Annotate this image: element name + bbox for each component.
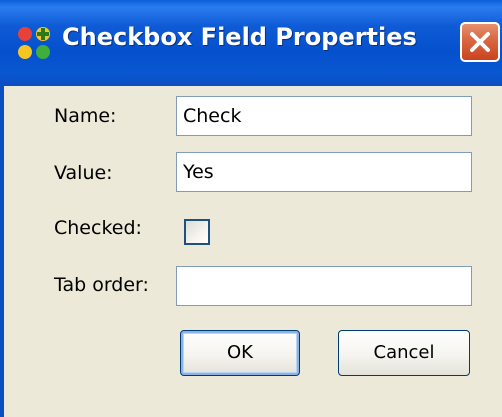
name-label: Name: [54, 105, 117, 127]
close-icon [470, 32, 490, 52]
name-input[interactable] [176, 96, 472, 136]
tab-order-label: Tab order: [54, 274, 149, 296]
checked-label: Checked: [54, 217, 142, 239]
checked-checkbox[interactable] [184, 219, 210, 245]
dialog-title: Checkbox Field Properties [62, 23, 417, 51]
dialog-body: Name: Value: Checked: Tab order: OK Canc… [0, 86, 502, 417]
close-button[interactable] [460, 22, 500, 62]
app-icon [18, 27, 50, 59]
value-label: Value: [54, 162, 113, 184]
value-input[interactable] [176, 152, 472, 192]
ok-button[interactable]: OK [180, 330, 300, 376]
title-bar[interactable]: Checkbox Field Properties [0, 0, 502, 86]
cancel-button[interactable]: Cancel [338, 330, 470, 376]
tab-order-input[interactable] [176, 266, 472, 306]
checkbox-field-properties-dialog: Checkbox Field Properties Name: Value: C… [0, 0, 502, 417]
